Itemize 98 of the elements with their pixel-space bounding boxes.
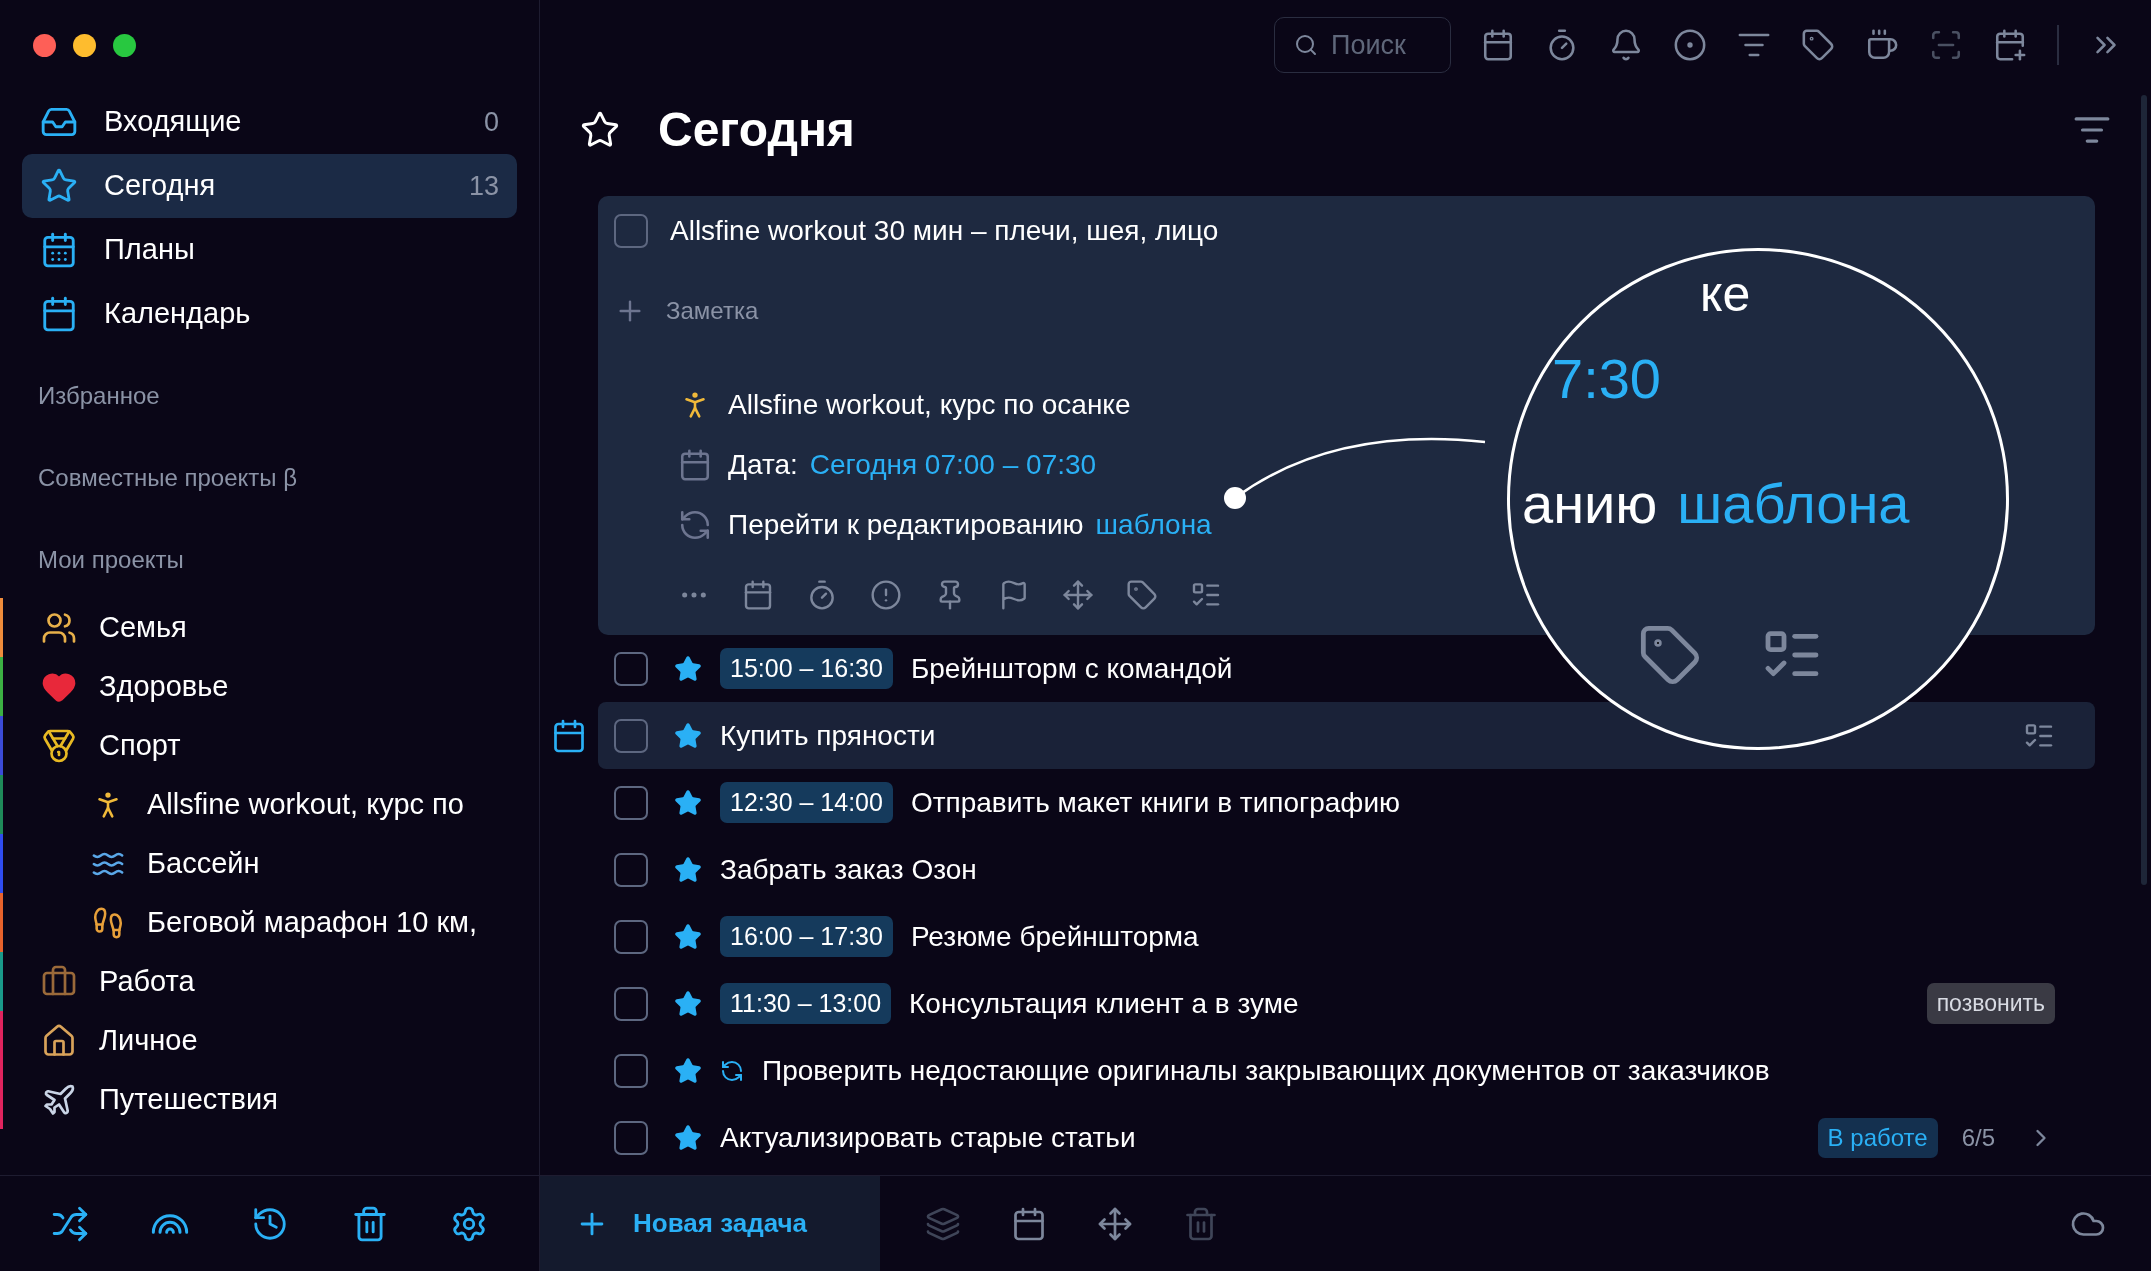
task-row[interactable]: 12:30 – 14:00 Отправить макет книги в типографию <box>598 769 2095 836</box>
star-icon[interactable] <box>674 855 702 884</box>
project-item[interactable]: Семья <box>3 605 187 650</box>
tag-icon[interactable] <box>1801 28 1835 62</box>
checkbox[interactable] <box>614 651 648 686</box>
task-row[interactable]: Проверить недостающие оригиналы закрывающих документов от заказчиков <box>598 1037 2095 1104</box>
bell-icon[interactable] <box>1609 28 1643 62</box>
magnified-time: 7:30 <box>1552 351 1661 407</box>
task-title[interactable]: Забрать заказ Озон <box>720 848 977 891</box>
project-item[interactable]: Allsfine workout, курс по <box>3 782 464 827</box>
task-title[interactable]: Купить пряности <box>720 714 936 757</box>
task-title[interactable]: Отправить макет книги в типографию <box>910 781 1401 824</box>
task-row[interactable]: 15:00 – 16:30 Брейншторм с командой <box>598 635 2095 702</box>
magnified-text: анию <box>1522 476 1658 532</box>
checkbox[interactable] <box>614 718 648 753</box>
star-icon[interactable] <box>674 654 702 683</box>
project-item[interactable]: Спорт <box>3 723 181 768</box>
task-row[interactable]: 16:00 – 17:30 Резюме брейншторма <box>598 903 2095 970</box>
task-row[interactable]: Актуализировать старые статьи В работе 6/5 <box>598 1104 2095 1171</box>
star-icon <box>580 110 620 150</box>
move-icon[interactable] <box>1097 1205 1133 1242</box>
time-badge: 15:00 – 16:30 <box>720 647 893 690</box>
checkbox[interactable] <box>614 919 648 954</box>
checkbox[interactable] <box>614 214 648 248</box>
star-icon[interactable] <box>674 1056 702 1085</box>
calendar-icon <box>678 448 712 482</box>
scan-icon[interactable] <box>1929 28 1963 62</box>
checkbox[interactable] <box>614 1053 648 1088</box>
project-item[interactable]: Путешествия <box>3 1077 278 1122</box>
sidebar-item[interactable]: Входящие 0 <box>22 90 517 154</box>
star-icon[interactable] <box>674 1123 702 1152</box>
star-icon <box>40 167 78 205</box>
scrollbar[interactable] <box>2141 95 2147 885</box>
star-icon[interactable] <box>674 922 702 951</box>
template-link[interactable]: шаблона <box>1095 504 1212 546</box>
sidebar-item[interactable]: Сегодня 13 <box>22 154 517 218</box>
subtask-count: 6/5 <box>1961 1122 1995 1153</box>
time-badge: 12:30 – 14:00 <box>720 781 893 824</box>
checkbox[interactable] <box>614 852 648 887</box>
count-label: 13 <box>468 169 499 203</box>
task-title[interactable]: Актуализировать старые статьи <box>720 1116 1136 1159</box>
project-item[interactable]: Здоровье <box>3 664 229 709</box>
section-heading[interactable]: Совместные проекты β <box>38 460 298 496</box>
calendar-icon <box>40 231 78 269</box>
tag-icon[interactable] <box>1126 579 1158 611</box>
calendar-icon[interactable] <box>1481 28 1515 62</box>
time-badge: 16:00 – 17:30 <box>720 915 893 958</box>
footprints-icon <box>91 905 125 940</box>
checkbox[interactable] <box>614 785 648 820</box>
calendar-plus-icon[interactable] <box>1993 28 2027 62</box>
note-field[interactable]: Заметка <box>666 293 1066 329</box>
star-icon[interactable] <box>674 788 702 817</box>
medal-icon <box>41 727 77 764</box>
move-icon[interactable] <box>1062 579 1094 611</box>
checkbox[interactable] <box>614 1120 648 1155</box>
section-heading[interactable]: Избранное <box>38 378 160 414</box>
search-field[interactable]: Поиск <box>1274 17 1451 73</box>
checkbox[interactable] <box>614 986 648 1021</box>
task-title[interactable]: Брейншторм с командой <box>910 647 1233 690</box>
template-text: Перейти к редактированию <box>728 508 1084 542</box>
project-item[interactable]: Бассейн <box>3 841 260 886</box>
sidebar-item[interactable]: Календарь <box>22 282 517 346</box>
date-label: Дата: <box>728 448 798 482</box>
search-icon <box>1294 33 1318 57</box>
repeat-icon <box>678 508 712 542</box>
calendar-icon[interactable] <box>742 579 774 611</box>
star-icon[interactable] <box>674 721 702 750</box>
alert-icon[interactable] <box>870 579 902 611</box>
shuffle-icon[interactable] <box>50 1204 89 1243</box>
calendar-icon[interactable] <box>551 717 587 754</box>
sidebar-item[interactable]: Планы <box>22 218 517 282</box>
project-item[interactable]: Работа <box>3 959 195 1004</box>
task-title[interactable]: Проверить недостающие оригиналы закрывающих документов от заказчиков <box>762 1049 1770 1092</box>
task-title[interactable]: Консультация клиент а в зуме <box>909 982 1299 1025</box>
star-icon[interactable] <box>674 989 702 1018</box>
task-row[interactable]: Забрать заказ Озон <box>598 836 2095 903</box>
task-title[interactable]: Allsfine workout 30 мин – плечи, шея, лицо <box>670 210 1219 252</box>
calendar-icon[interactable] <box>1011 1205 1047 1242</box>
calendar-icon <box>40 295 78 333</box>
new-task-button[interactable]: Новая задача <box>540 1176 880 1271</box>
project-item[interactable]: Личное <box>3 1018 198 1063</box>
project-name[interactable]: Allsfine workout, курс по осанке <box>728 384 1131 426</box>
date-link[interactable]: Сегодня 07:00 – 07:30 <box>809 444 1097 486</box>
count-label: 0 <box>483 105 499 139</box>
task-row[interactable]: Купить пряности <box>598 702 2095 769</box>
tag-label[interactable]: позвонить <box>1926 983 2055 1024</box>
page-title: Сегодня <box>658 102 856 158</box>
task-title[interactable]: Резюме брейншторма <box>910 915 1199 958</box>
task-row[interactable]: 11:30 – 13:00 Консультация клиент а в зуме позвонить <box>598 970 2095 1037</box>
cup-icon[interactable] <box>1865 28 1899 62</box>
time-badge: 11:30 – 13:00 <box>720 982 892 1025</box>
status-badge[interactable]: В работе <box>1817 1117 1938 1158</box>
target-icon[interactable] <box>1673 28 1707 62</box>
house-icon <box>41 1022 77 1059</box>
section-heading: Мои проекты <box>38 545 184 575</box>
magnified-text: ке <box>1700 269 1751 319</box>
tag-icon <box>1638 623 1702 687</box>
project-item[interactable]: Беговой марафон 10 км, <box>3 900 478 945</box>
